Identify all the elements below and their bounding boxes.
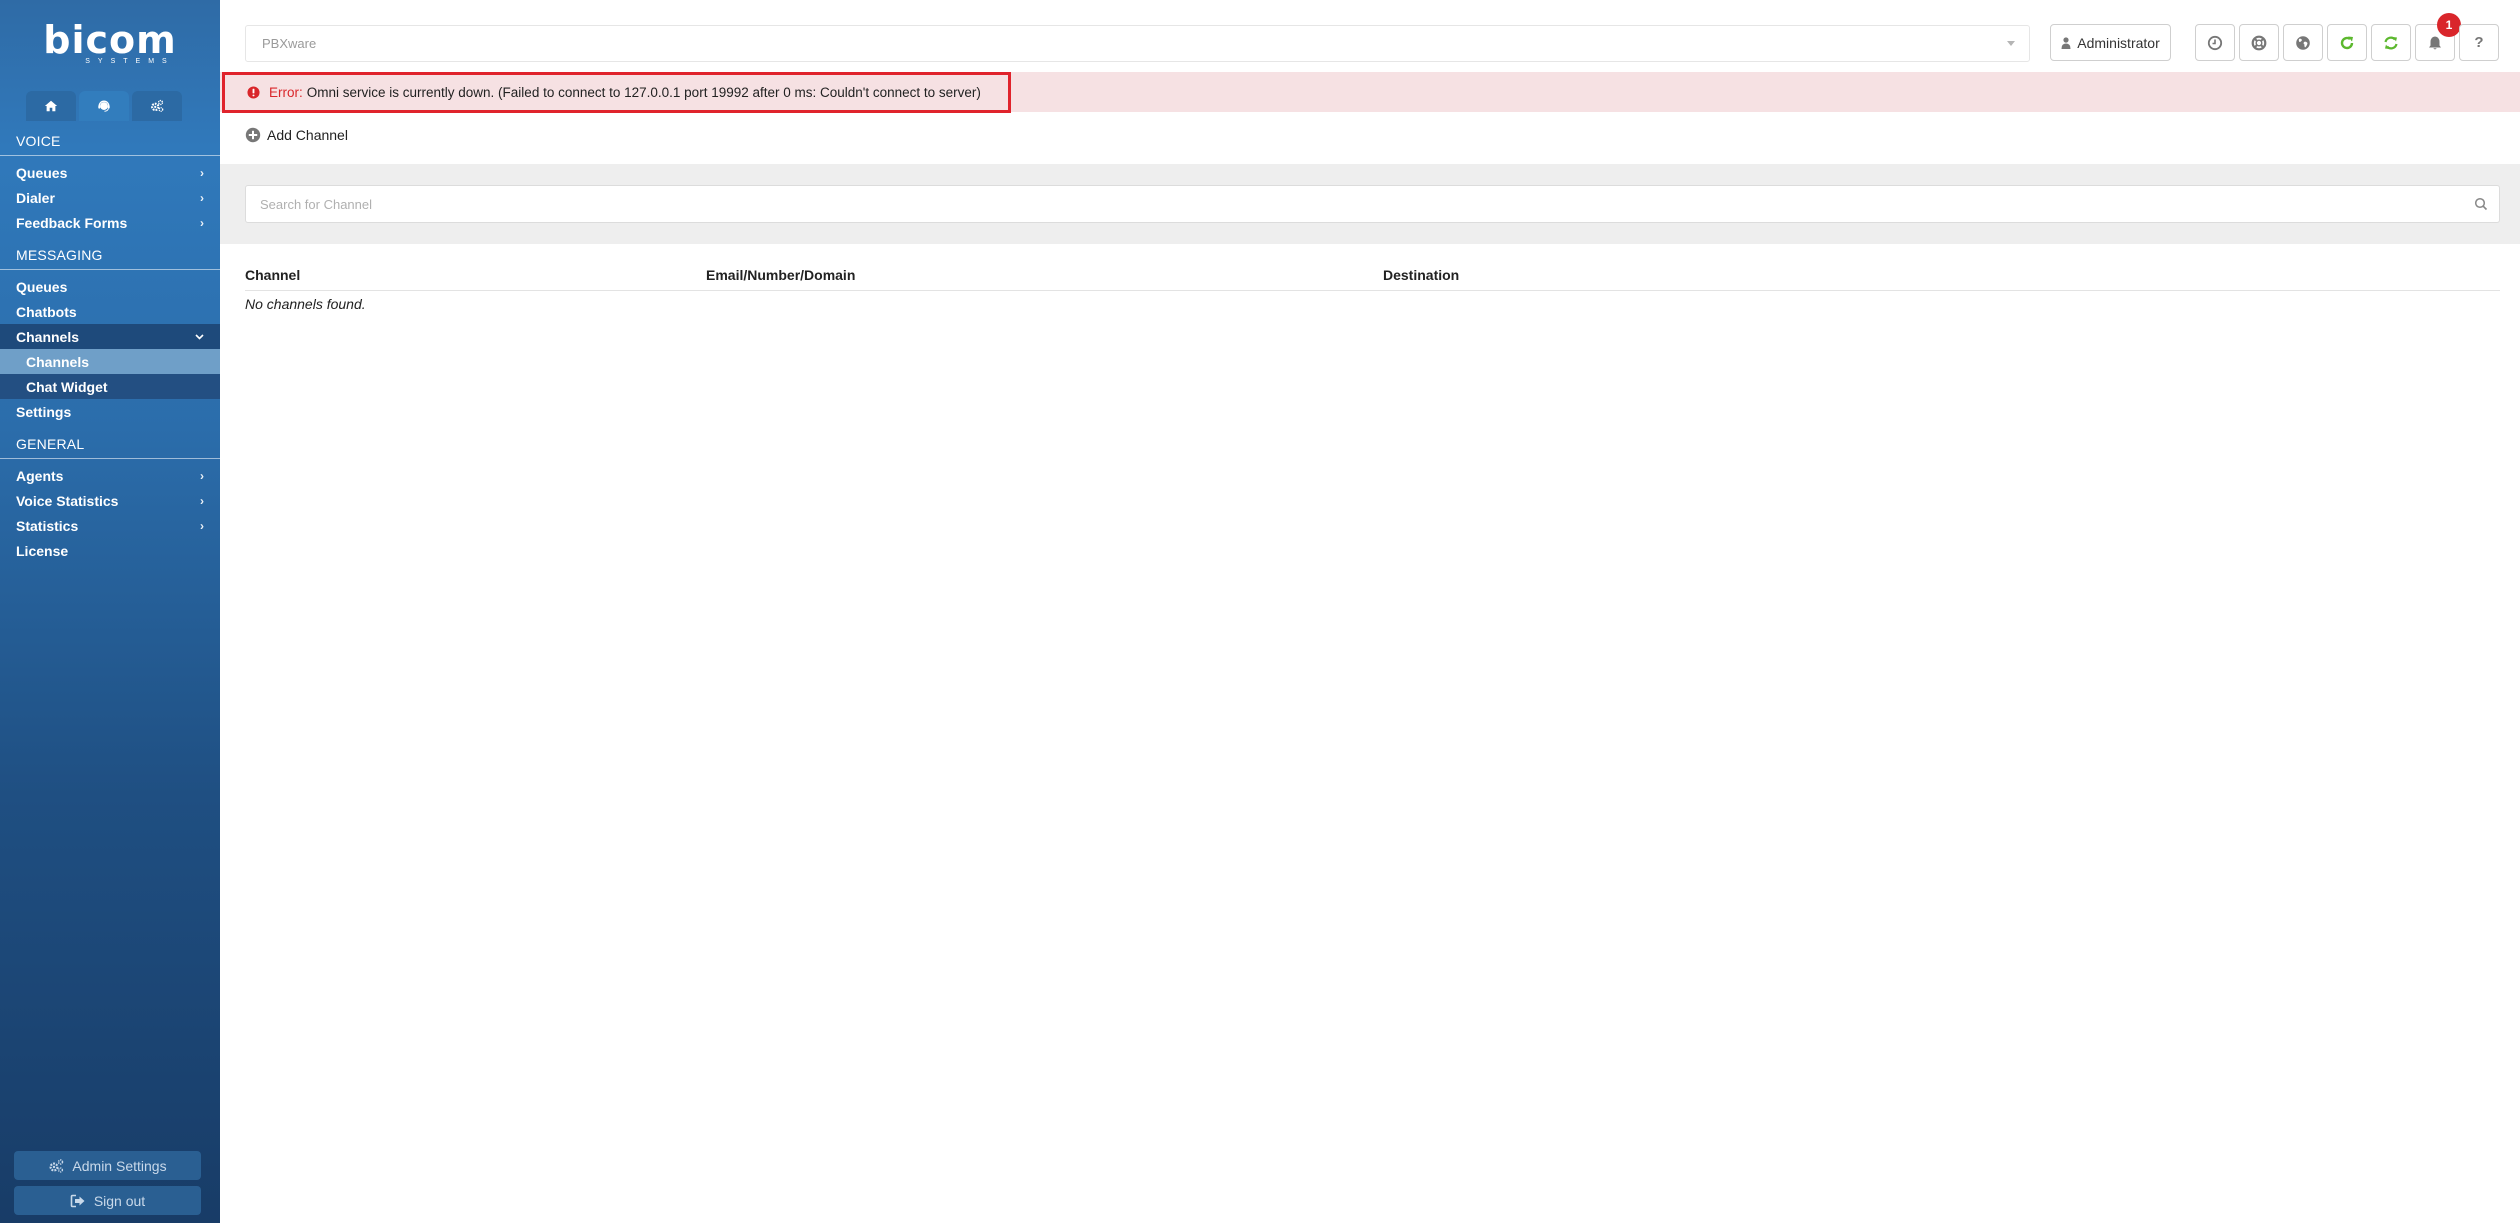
- support-button[interactable]: [2239, 24, 2279, 61]
- column-header-channel[interactable]: Channel: [245, 267, 300, 283]
- chevron-right-icon: ›: [200, 215, 204, 230]
- sidebar-item-label: Feedback Forms: [16, 214, 128, 231]
- sidebar-item-license[interactable]: License: [0, 538, 220, 563]
- sidebar-item-agents[interactable]: Agents ›: [0, 463, 220, 488]
- lifebuoy-icon: [2251, 35, 2267, 50]
- sidebar-subitem-channels[interactable]: Channels: [0, 349, 220, 374]
- user-icon: [2061, 36, 2071, 49]
- plus-circle-icon: [245, 127, 261, 143]
- channels-table-header: Channel Email/Number/Domain Destination: [245, 262, 2500, 291]
- sidebar-item-label: License: [16, 542, 69, 559]
- sidebar-item-label: Channels: [16, 328, 80, 345]
- section-general: GENERAL: [0, 424, 220, 459]
- sidebar-item-label: Chatbots: [16, 303, 77, 320]
- sidebar-item-statistics[interactable]: Statistics ›: [0, 513, 220, 538]
- sidebar-item-voice-statistics[interactable]: Voice Statistics ›: [0, 488, 220, 513]
- chevron-right-icon: ›: [200, 190, 204, 205]
- reload-icon: [2340, 36, 2354, 49]
- sync-button[interactable]: [2371, 24, 2411, 61]
- user-menu-button[interactable]: Administrator: [2050, 24, 2171, 61]
- sidebar-subitem-chat-widget[interactable]: Chat Widget: [0, 374, 220, 399]
- sidebar-item-messaging-queues[interactable]: Queues: [0, 274, 220, 299]
- chevron-right-icon: ›: [200, 518, 204, 533]
- section-voice: VOICE: [0, 121, 220, 156]
- home-icon: [44, 100, 58, 112]
- add-channel-button[interactable]: Add Channel: [245, 124, 348, 146]
- sidebar-item-channels[interactable]: Channels: [0, 324, 220, 349]
- section-messaging: MESSAGING: [0, 235, 220, 270]
- logo-main: bicom: [43, 18, 177, 62]
- nav-tab-settings[interactable]: [132, 91, 182, 121]
- sign-out-button[interactable]: Sign out: [14, 1186, 201, 1215]
- sidebar-item-label: Channels: [26, 353, 90, 370]
- cogs-icon: [49, 1158, 64, 1173]
- sidebar-item-feedback-forms[interactable]: Feedback Forms ›: [0, 210, 220, 235]
- sidebar-item-label: Queues: [16, 164, 68, 181]
- sidebar-item-messaging-settings[interactable]: Settings: [0, 399, 220, 424]
- clock-icon: [2207, 35, 2223, 50]
- admin-settings-label: Admin Settings: [72, 1157, 167, 1174]
- help-button[interactable]: ?: [2459, 24, 2499, 61]
- exclamation-circle-icon: [247, 86, 260, 99]
- nav-tab-home[interactable]: [26, 91, 76, 121]
- sidebar-item-chatbots[interactable]: Chatbots: [0, 299, 220, 324]
- product-select-value: PBXware: [262, 36, 317, 51]
- logo-sub: SYSTEMS: [85, 58, 175, 65]
- chevron-right-icon: ›: [200, 165, 204, 180]
- globe-icon: [2296, 35, 2310, 50]
- sidebar-menu: VOICE Queues › Dialer › Feedback Forms ›…: [0, 121, 220, 563]
- sidebar-item-dialer[interactable]: Dialer ›: [0, 185, 220, 210]
- sign-out-label: Sign out: [93, 1192, 146, 1209]
- user-name: Administrator: [2077, 34, 2160, 51]
- sidebar-item-label: Agents: [16, 467, 64, 484]
- error-text: Omni service is currently down. (Failed …: [306, 85, 981, 100]
- cogs-icon: [151, 99, 164, 112]
- error-label: Error:: [269, 85, 303, 100]
- reload-button[interactable]: [2327, 24, 2367, 61]
- nav-tab-contact-center[interactable]: [79, 91, 129, 121]
- sync-icon: [2384, 36, 2398, 49]
- column-header-destination[interactable]: Destination: [1383, 267, 1459, 283]
- sidebar-item-label: Chat Widget: [26, 378, 108, 395]
- admin-settings-button[interactable]: Admin Settings: [14, 1151, 201, 1180]
- sidebar-item-label: Statistics: [16, 517, 79, 534]
- empty-state-text: No channels found.: [245, 296, 366, 312]
- add-channel-label: Add Channel: [267, 127, 348, 143]
- chevron-down-icon: [195, 333, 204, 340]
- notification-badge: 1: [2437, 13, 2461, 37]
- error-message: Error: Omni service is currently down. (…: [222, 72, 1011, 113]
- search-input[interactable]: [245, 185, 2500, 223]
- sidebar-item-label: Dialer: [16, 189, 55, 206]
- help-icon: ?: [2474, 34, 2484, 51]
- language-button[interactable]: [2283, 24, 2323, 61]
- sign-out-icon: [70, 1194, 85, 1207]
- nav-tabs: [26, 91, 182, 121]
- bell-icon: [2429, 36, 2441, 49]
- logo: bicom SYSTEMS: [0, 20, 220, 65]
- sidebar-item-label: Voice Statistics: [16, 492, 119, 509]
- sidebar-item-label: Queues: [16, 278, 68, 295]
- product-select[interactable]: PBXware: [245, 25, 2030, 62]
- search-icon[interactable]: [2474, 197, 2488, 211]
- chevron-right-icon: ›: [200, 493, 204, 508]
- sidebar-item-label: Settings: [16, 403, 72, 420]
- sidebar-item-voice-queues[interactable]: Queues ›: [0, 160, 220, 185]
- caret-down-icon: [2007, 41, 2015, 46]
- sidebar: bicom SYSTEMS VOICE Queues › Dialer › Fe…: [0, 0, 220, 1223]
- chevron-right-icon: ›: [200, 468, 204, 483]
- headset-icon: [98, 100, 110, 112]
- history-button[interactable]: [2195, 24, 2235, 61]
- column-header-email-number-domain[interactable]: Email/Number/Domain: [706, 267, 855, 283]
